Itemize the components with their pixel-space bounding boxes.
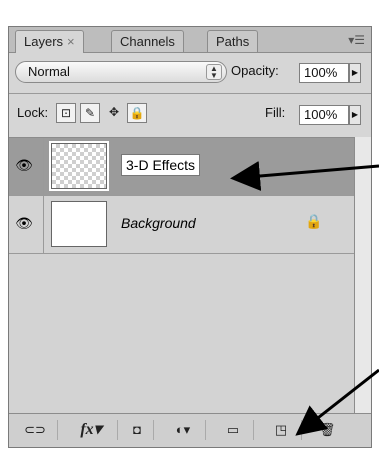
panel-menu-icon[interactable]: ▾☰ [348,33,365,47]
lock-all-icon[interactable]: 🔒 [127,103,147,123]
eye-icon[interactable]: 👁 [13,156,35,174]
layer-row-background[interactable]: 👁 Background 🔒 [9,196,354,254]
new-layer-icon[interactable]: ◳ [261,420,302,440]
opacity-arrow-icon[interactable]: ▶ [349,63,361,83]
fx-button[interactable]: fx▾ [65,420,118,440]
divider [9,93,371,94]
layers-list: 👁 3-D Effects 👁 Background 🔒 [9,137,354,416]
tab-layers-label: Layers [24,34,64,49]
fill-input[interactable]: 100% [299,105,349,125]
add-mask-icon[interactable]: ◘ [121,420,154,440]
eye-icon[interactable]: 👁 [13,214,35,232]
fill-arrow-icon[interactable]: ▶ [349,105,361,125]
blend-mode-select[interactable]: Normal ▲ ▼ [15,61,227,83]
opacity-input[interactable]: 100% [299,63,349,83]
tab-paths-label: Paths [216,34,250,49]
link-layers-icon[interactable]: ⊂⊃ [13,420,58,440]
trash-icon[interactable]: 🗑 [309,420,345,440]
close-icon[interactable]: × [67,34,75,49]
layer-name: Background [121,215,196,231]
lock-image-brush-icon[interactable]: ✎ [80,103,100,123]
divider [43,138,44,195]
tab-channels-label: Channels [120,34,175,49]
select-arrows-icon: ▲ ▼ [206,64,222,80]
scrollbar[interactable] [354,137,371,415]
opacity-label: Opacity: [231,63,279,78]
adjustment-layer-icon[interactable]: ◐▾ [161,420,206,440]
layer-thumbnail [51,201,107,247]
divider [43,196,44,253]
lock-transparent-icon[interactable]: ⊡ [56,103,76,123]
tab-bar: Layers × Channels Paths ▾☰ [9,27,371,53]
new-group-folder-icon[interactable]: ▭ [213,420,254,440]
fill-label: Fill: [265,105,286,120]
layer-name-input[interactable]: 3-D Effects [121,154,200,176]
lock-position-move-icon[interactable]: ✥ [104,103,124,123]
layers-panel: Layers × Channels Paths ▾☰ Normal ▲ ▼ Opac… [8,26,372,448]
tab-paths[interactable]: Paths [207,30,259,52]
blend-mode-value: Normal [28,64,70,79]
lock-label: Lock: [17,105,49,120]
tab-channels[interactable]: Channels [111,30,184,52]
layer-row-3d-effects[interactable]: 👁 3-D Effects [9,138,354,196]
tab-layers[interactable]: Layers × [15,30,84,53]
lock-icon: 🔒 [305,213,323,229]
fx-label: fx [80,421,94,438]
layer-thumbnail [49,141,109,191]
layers-footer: ⊂⊃ fx▾ ◘ ◐▾ ▭ ◳ 🗑 [9,413,371,447]
